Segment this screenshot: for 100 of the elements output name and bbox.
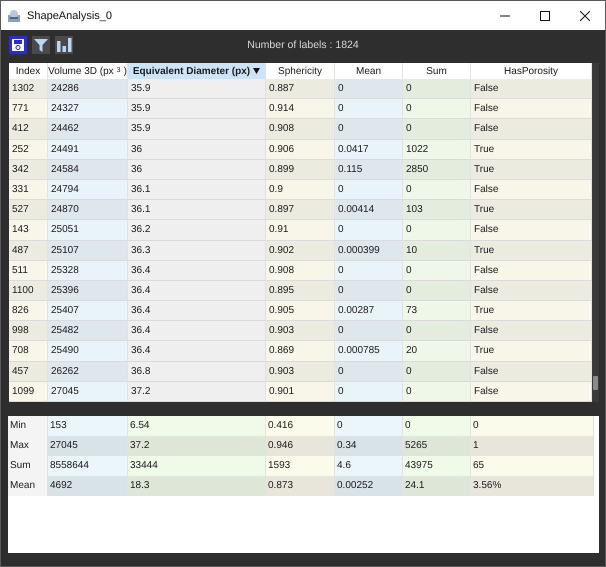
table-cell: 0 xyxy=(335,362,403,382)
table-cell: 36.1 xyxy=(128,180,266,200)
table-cell: True xyxy=(471,341,592,362)
table-cell: False xyxy=(471,79,592,100)
table-cell: 0.908 xyxy=(266,119,335,140)
table-cell: 24870 xyxy=(48,200,128,220)
table-cell: 457 xyxy=(9,362,48,382)
table-cell: 36.3 xyxy=(128,240,266,261)
table-cell: 0 xyxy=(335,321,403,342)
table-cell: 0.897 xyxy=(266,200,335,220)
table-cell: 24794 xyxy=(48,180,128,200)
table-cell: 0.000399 xyxy=(335,240,403,261)
window-title: ShapeAnalysis_0 xyxy=(27,10,114,22)
table-cell: 25328 xyxy=(48,260,128,281)
table-cell: 24584 xyxy=(48,160,128,180)
table-cell: 0 xyxy=(335,79,403,100)
table-cell: True xyxy=(471,200,592,220)
table-cell: True xyxy=(471,301,592,322)
table-cell: 0.00252 xyxy=(335,476,403,496)
table-cell: False xyxy=(471,220,592,240)
table-cell: 0 xyxy=(335,382,403,402)
table-cell: 0 xyxy=(403,321,471,342)
table-cell: 412 xyxy=(9,119,48,140)
table-cell: 27045 xyxy=(48,382,128,402)
table-cell: 24327 xyxy=(48,99,128,120)
table-cell: 0 xyxy=(335,260,403,281)
table-cell: 1022 xyxy=(403,140,471,160)
save-icon[interactable] xyxy=(9,36,27,54)
table-cell: 0.906 xyxy=(266,140,335,160)
scrollbar-thumb[interactable] xyxy=(593,376,598,390)
table-cell: 35.9 xyxy=(128,99,266,120)
table-cell: 25490 xyxy=(48,341,128,362)
table-cell: 511 xyxy=(9,260,48,281)
table-cell: 0 xyxy=(403,260,471,281)
table-cell: 18.3 xyxy=(128,476,266,496)
table-cell: 4.6 xyxy=(335,456,403,476)
table-cell: 0 xyxy=(403,280,471,302)
table-cell: 1302 xyxy=(9,79,48,100)
table-cell: 826 xyxy=(9,301,48,322)
table-cell: 37.2 xyxy=(128,382,266,402)
table-cell: 103 xyxy=(403,200,471,220)
table-cell: 0.115 xyxy=(335,160,403,180)
sort-descending-icon xyxy=(253,68,260,74)
table-cell: 25482 xyxy=(48,321,128,342)
table-cell: True xyxy=(471,160,592,180)
table-cell: 8558644 xyxy=(48,456,128,476)
table-cell: 0 xyxy=(403,119,471,140)
table-cell: 36.4 xyxy=(128,260,266,281)
table-cell: False xyxy=(471,119,592,140)
table-cell: 0 xyxy=(403,79,471,100)
table-cell: 0 xyxy=(335,280,403,302)
table-cell: 43975 xyxy=(403,456,471,476)
table-cell: 0 xyxy=(335,220,403,240)
table-cell: 527 xyxy=(9,200,48,220)
column-header[interactable]: Equivalent Diameter (px) xyxy=(128,63,266,79)
table-cell: 0 xyxy=(403,99,471,120)
table-cell: 252 xyxy=(9,140,48,160)
table-cell: 25107 xyxy=(48,240,128,261)
table-cell: 36.8 xyxy=(128,362,266,382)
table-cell: 0.895 xyxy=(266,280,335,302)
table-cell: 36.1 xyxy=(128,200,266,220)
table-cell: 0.416 xyxy=(266,416,335,436)
row-label: Min xyxy=(8,416,48,436)
table-cell: 65 xyxy=(471,456,594,476)
table-cell: 0.873 xyxy=(266,476,335,496)
column-header[interactable]: Volume 3D (px$^{3}$) xyxy=(48,63,128,79)
table-cell: 0.9 xyxy=(266,180,335,200)
table-cell: 0.902 xyxy=(266,240,335,261)
table-cell: 1593 xyxy=(266,456,335,476)
table-cell: 487 xyxy=(9,240,48,261)
label-count: Number of labels : 1824 xyxy=(247,39,359,51)
row-label: Max xyxy=(8,436,48,456)
table-cell: False xyxy=(471,280,592,302)
table-cell: 24462 xyxy=(48,119,128,140)
table-cell: 708 xyxy=(9,341,48,362)
table-cell: 1099 xyxy=(9,382,48,402)
table-cell: 2850 xyxy=(403,160,471,180)
table-cell: 0.899 xyxy=(266,160,335,180)
bar-chart-icon[interactable] xyxy=(55,36,73,54)
table-cell: 0.000785 xyxy=(335,341,403,362)
table-cell: 37.2 xyxy=(128,436,266,456)
table-cell: 0.869 xyxy=(266,341,335,362)
table-cell: 0.903 xyxy=(266,321,335,342)
table-cell: 0.903 xyxy=(266,362,335,382)
table-cell: 33444 xyxy=(128,456,266,476)
table-cell: 36.4 xyxy=(128,301,266,322)
table-cell: 0 xyxy=(335,180,403,200)
table-cell: 0.946 xyxy=(266,436,335,456)
table-cell: 3.56% xyxy=(471,476,594,496)
table-cell: False xyxy=(471,321,592,342)
filter-icon[interactable] xyxy=(32,36,50,54)
close-icon[interactable] xyxy=(580,10,590,20)
maximize-icon[interactable] xyxy=(540,10,550,20)
table-cell: 25407 xyxy=(48,301,128,322)
table-cell: 0.905 xyxy=(266,301,335,322)
table-cell: True xyxy=(471,240,592,261)
table-cell: 1 xyxy=(471,436,594,456)
table-cell: 0 xyxy=(335,99,403,120)
table-cell: 0 xyxy=(403,416,471,436)
table-cell: 0 xyxy=(335,416,403,436)
